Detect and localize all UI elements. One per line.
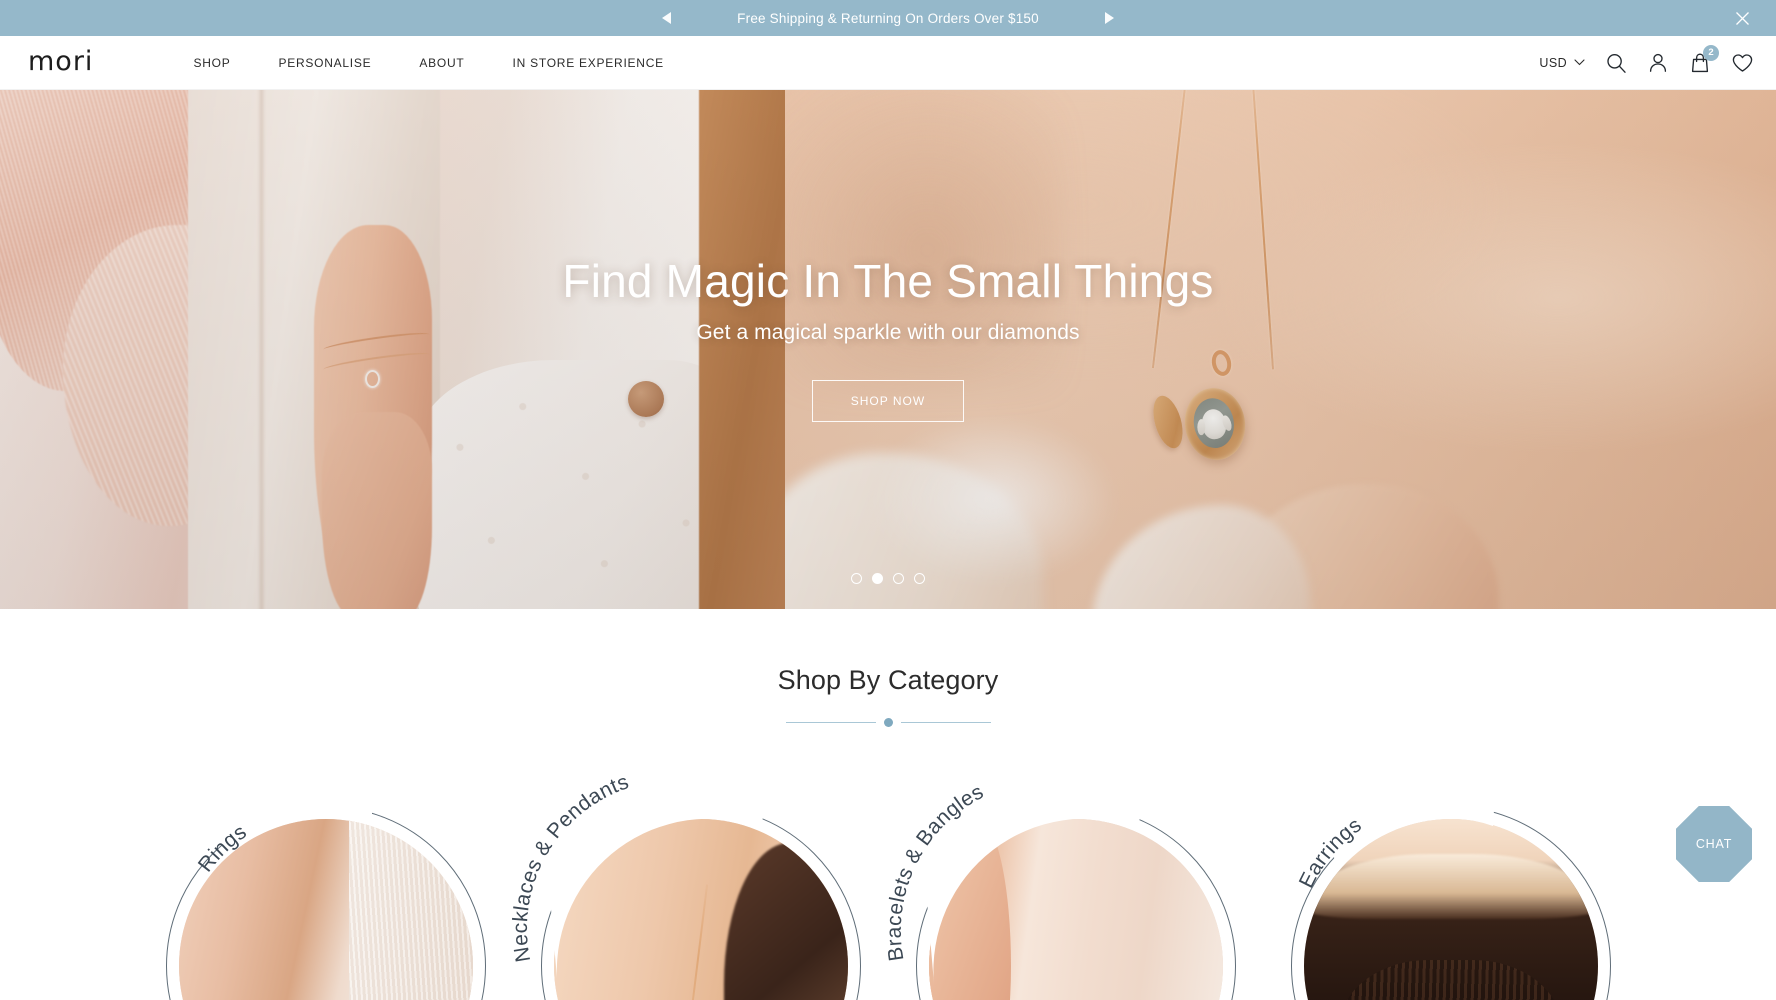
nav-item-about[interactable]: ABOUT — [419, 56, 464, 70]
header-actions: USD 2 — [1539, 44, 1754, 74]
currency-selector[interactable]: USD — [1539, 56, 1585, 70]
shop-by-category-section: Shop By Category Rings Necklaces & Penda… — [0, 609, 1776, 1000]
announcement-close-icon[interactable] — [1730, 6, 1754, 30]
category-list: Rings Necklaces & Pendants Bracelets & B… — [0, 770, 1776, 1000]
heart-icon[interactable] — [1731, 52, 1754, 74]
category-photo-bracelets — [928, 819, 1223, 1000]
hero-subtitle: Get a magical sparkle with our diamonds — [696, 321, 1080, 345]
hero-dot-4[interactable] — [914, 573, 925, 584]
hero-carousel-dots — [851, 573, 925, 584]
category-card-bracelets-bangles[interactable]: Bracelets & Bangles — [882, 780, 1236, 1000]
hero-content: Find Magic In The Small Things Get a mag… — [0, 90, 1776, 609]
category-photo-art — [553, 819, 848, 1000]
category-photo-necklaces — [553, 819, 848, 1000]
category-photo-art — [178, 819, 473, 1000]
hero-dot-3[interactable] — [893, 573, 904, 584]
hero-carousel: Find Magic In The Small Things Get a mag… — [0, 90, 1776, 609]
divider-dot — [883, 718, 893, 727]
hero-dot-2[interactable] — [872, 573, 883, 584]
announcement-prev-arrow-icon[interactable] — [662, 12, 672, 24]
user-icon[interactable] — [1647, 52, 1669, 74]
search-icon[interactable] — [1605, 52, 1627, 74]
divider-line-left — [785, 721, 876, 724]
site-logo[interactable]: mori — [28, 48, 93, 78]
category-photo-art — [1303, 819, 1598, 1000]
announcement-text: Free Shipping & Returning On Orders Over… — [737, 10, 1039, 26]
category-card-necklaces-pendants[interactable]: Necklaces & Pendants — [508, 770, 861, 1000]
site-header: mori SHOP PERSONALISE ABOUT IN STORE EXP… — [0, 36, 1776, 90]
cart-count-badge: 2 — [1703, 44, 1719, 61]
announcement-bar: Free Shipping & Returning On Orders Over… — [0, 0, 1776, 36]
announcement-next-arrow-icon[interactable] — [1104, 12, 1114, 24]
announcement-inner: Free Shipping & Returning On Orders Over… — [662, 11, 1114, 26]
divider-line-right — [900, 721, 991, 724]
main-navigation: SHOP PERSONALISE ABOUT IN STORE EXPERIEN… — [193, 56, 663, 70]
category-photo-earrings — [1303, 819, 1598, 1000]
category-card-earrings[interactable]: Earrings — [1290, 794, 1611, 1000]
chat-button[interactable]: CHAT — [1676, 806, 1752, 882]
category-photo-rings — [178, 819, 473, 1000]
category-card-rings[interactable]: Rings — [165, 794, 486, 1000]
nav-item-shop[interactable]: SHOP — [193, 56, 230, 70]
shopping-bag-icon[interactable]: 2 — [1689, 44, 1719, 74]
shop-now-button[interactable]: SHOP NOW — [811, 380, 965, 423]
section-divider — [778, 718, 998, 727]
hero-title: Find Magic In The Small Things — [562, 254, 1214, 307]
currency-value: USD — [1539, 55, 1567, 70]
hero-dot-1[interactable] — [851, 573, 862, 584]
category-photo-art — [928, 819, 1223, 1000]
chevron-down-icon — [1574, 59, 1585, 66]
nav-item-personalise[interactable]: PERSONALISE — [278, 56, 371, 70]
nav-item-in-store-experience[interactable]: IN STORE EXPERIENCE — [513, 56, 664, 70]
shop-by-category-heading: Shop By Category — [777, 665, 999, 695]
